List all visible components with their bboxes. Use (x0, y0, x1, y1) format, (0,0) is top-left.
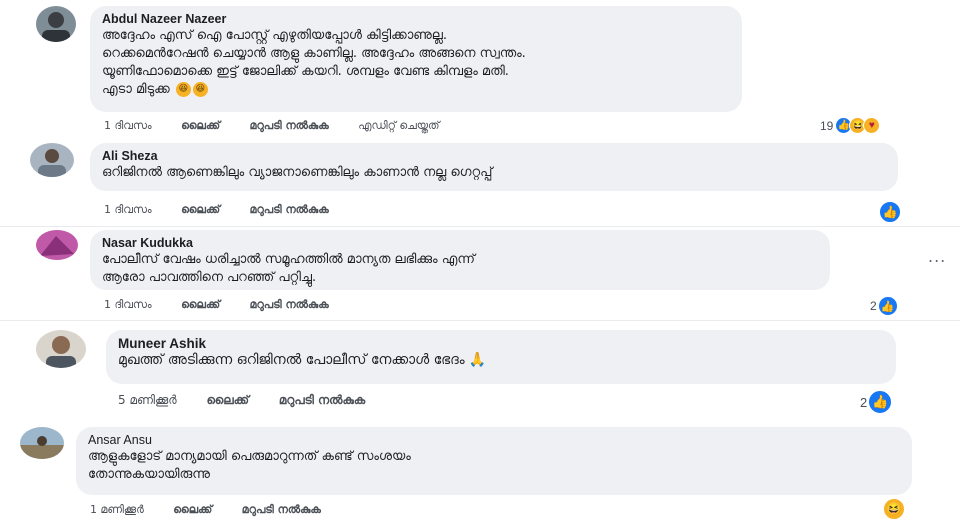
comment-bubble: Abdul Nazeer Nazeer അദ്ദേഹം എസ് ഐ പോസ്റ്… (90, 6, 742, 112)
reaction-count: 2 (870, 299, 877, 313)
user-photo-icon (36, 330, 86, 368)
reply-link[interactable]: മറുപടി നൽകുക (250, 203, 329, 217)
like-reaction-icon: 👍 (868, 390, 893, 414)
comment-text-body: മുഖത്ത് അടിക്കുന്ന ഒറിജിനൽ പോലീസ് നേക്കാ… (118, 352, 465, 368)
like-link[interactable]: ലൈക്ക് (207, 393, 250, 408)
edited-label[interactable]: എഡിറ്റ് ചെയ്തത് (358, 119, 439, 133)
comment-author[interactable]: Nasar Kudukka (102, 236, 818, 251)
like-link[interactable]: ലൈക്ക് (181, 203, 220, 217)
avatar[interactable] (36, 330, 86, 368)
comment-text-body: അദ്ദേഹം എസ് ഐ പോസ്റ്റ് എഴുതിയപ്പോൾ കിട്ട… (102, 28, 526, 97)
comment-time[interactable]: 5 മണിക്കൂർ (118, 393, 177, 408)
reply-link[interactable]: മറുപടി നൽകുക (250, 119, 329, 133)
comment-actions: 5 മണിക്കൂർ ലൈക്ക് മറുപടി നൽകുക (118, 393, 391, 408)
comment-author[interactable]: Ali Sheza (102, 149, 886, 164)
comment-bubble: Muneer Ashik മുഖത്ത് അടിക്കുന്ന ഒറിജിനൽ … (106, 330, 896, 384)
laugh-emoji-icon: 😆 (192, 82, 208, 97)
comment-actions: 1 ദിവസം ലൈക്ക് മറുപടി നൽകുക (104, 298, 355, 312)
more-options-icon[interactable]: ... (928, 247, 946, 266)
comment-text: മുഖത്ത് അടിക്കുന്ന ഒറിജിനൽ പോലീസ് നേക്കാ… (118, 351, 884, 369)
reply-link[interactable]: മറുപടി നൽകുക (250, 298, 329, 312)
user-photo-icon (36, 6, 76, 42)
reaction-count: 2 (860, 394, 868, 410)
like-link[interactable]: ലൈക്ക് (181, 119, 220, 133)
reply-link[interactable]: മറുപടി നൽകുക (242, 503, 321, 517)
comment-bubble: Nasar Kudukka പോലീസ് വേഷം ധരിച്ചാൽ സമൂഹത… (90, 230, 830, 290)
haha-reaction-icon: 😆 (883, 498, 905, 520)
comment-text: പോലീസ് വേഷം ധരിച്ചാൽ സമൂഹത്തിൽ മാന്യത ലഭ… (102, 252, 475, 285)
reaction-count: 19 (820, 118, 834, 133)
like-reaction-icon: 👍 (877, 296, 898, 316)
comment-actions: 1 ദിവസം ലൈക്ക് മറുപടി നൽകുക എഡിറ്റ് ചെയ്… (104, 119, 466, 133)
comment-text: ഒറിജിനൽ ആണെങ്കിലും വ്യാജനാണെങ്കിലും കാണാ… (102, 165, 493, 180)
like-link[interactable]: ലൈക്ക് (181, 298, 220, 312)
section-divider (0, 226, 960, 227)
avatar[interactable] (30, 143, 74, 177)
reaction-summary[interactable]: 2 👍 (860, 390, 893, 414)
comment-text: അദ്ദേഹം എസ് ഐ പോസ്റ്റ് എഴുതിയപ്പോൾ കിട്ട… (102, 27, 730, 99)
reply-link[interactable]: മറുപടി നൽകുക (279, 393, 365, 408)
care-reaction-icon: ♥ (863, 117, 881, 134)
reaction-summary[interactable]: 2 👍 (870, 296, 898, 316)
comment-author[interactable]: Ansar Ansu (88, 433, 900, 448)
comment-bubble: Ali Sheza ഒറിജിനൽ ആണെങ്കിലും വ്യാജനാണെങ്… (90, 143, 898, 191)
like-reaction-icon: 👍 (879, 201, 901, 223)
comment-time[interactable]: 1 ദിവസം (104, 203, 152, 217)
comment-actions: 1 മണിക്കൂർ ലൈക്ക് മറുപടി നൽകുക (90, 503, 347, 517)
comment-author[interactable]: Abdul Nazeer Nazeer (102, 12, 730, 27)
comment-time[interactable]: 1 മണിക്കൂർ (90, 503, 144, 517)
comment-text: ആളുകളോട് മാന്യമായി പെരുമാറുന്നത് കണ്ട് സ… (88, 449, 411, 482)
comment-time[interactable]: 1 ദിവസം (104, 119, 152, 133)
avatar[interactable] (36, 230, 78, 260)
user-photo-icon (30, 143, 74, 177)
avatar[interactable] (20, 427, 64, 459)
like-link[interactable]: ലൈക്ക് (173, 503, 212, 517)
comment-bubble: Ansar Ansu ആളുകളോട് മാന്യമായി പെരുമാറുന്… (76, 427, 912, 495)
reaction-summary[interactable]: 😆 (883, 498, 905, 520)
reaction-summary[interactable]: 👍 (879, 201, 901, 223)
comment-actions: 1 ദിവസം ലൈക്ക് മറുപടി നൽകുക (104, 203, 355, 217)
reaction-summary[interactable]: 19 👍 😆 ♥ (820, 117, 881, 134)
laugh-emoji-icon: 😆 (175, 82, 191, 97)
comment-time[interactable]: 1 ദിവസം (104, 298, 152, 312)
avatar[interactable] (36, 6, 76, 42)
comment-author[interactable]: Muneer Ashik (118, 336, 884, 351)
user-photo-icon (36, 230, 78, 260)
section-divider (0, 320, 960, 321)
pray-emoji-icon: 🙏 (468, 352, 487, 368)
user-photo-icon (20, 427, 64, 459)
